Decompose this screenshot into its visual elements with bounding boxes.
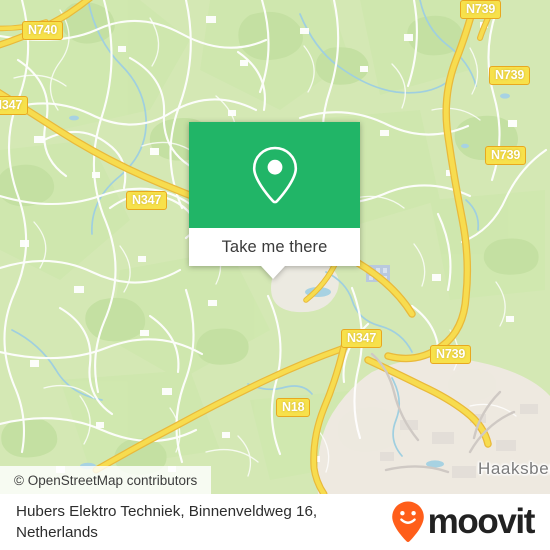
- road-shield-n739-lower: N739: [430, 345, 472, 364]
- road-shield-n347-left: N347: [0, 96, 29, 115]
- attribution-text: © OpenStreetMap contributors: [14, 472, 198, 488]
- road-shield-n739-top: N739: [460, 0, 502, 19]
- location-popup-card[interactable]: Take me there: [189, 122, 360, 279]
- moovit-pin-smiley-icon: [391, 501, 424, 542]
- road-shield-n739-mid: N739: [485, 146, 527, 165]
- road-shield-n739-upper: N739: [489, 66, 531, 85]
- moovit-location-card: N740 N739 N739 N347 N347 N739 N347 N739 …: [0, 0, 550, 550]
- road-shield-n740: N740: [22, 21, 64, 40]
- road-shield-n347-mid: N347: [126, 191, 168, 210]
- take-me-there-label: Take me there: [221, 237, 328, 256]
- moovit-logo[interactable]: moovit: [391, 500, 536, 544]
- map-attribution[interactable]: © OpenStreetMap contributors: [0, 466, 212, 494]
- place-label-haaksbergen: Haaksbergen: [478, 459, 550, 478]
- popup-pin-area: [189, 122, 360, 228]
- popup-tail: [261, 266, 285, 279]
- road-shield-n18: N18: [276, 398, 311, 417]
- map-canvas[interactable]: N740 N739 N739 N347 N347 N739 N347 N739 …: [0, 0, 550, 494]
- road-shield-n347-junction: N347: [341, 329, 383, 348]
- moovit-wordmark: moovit: [427, 502, 536, 541]
- take-me-there-button[interactable]: Take me there: [189, 228, 360, 279]
- map-pin-icon: [252, 146, 297, 204]
- footer-bar: Hubers Elektro Techniek, Binnenveldweg 1…: [0, 494, 550, 550]
- location-title: Hubers Elektro Techniek, Binnenveldweg 1…: [16, 503, 318, 541]
